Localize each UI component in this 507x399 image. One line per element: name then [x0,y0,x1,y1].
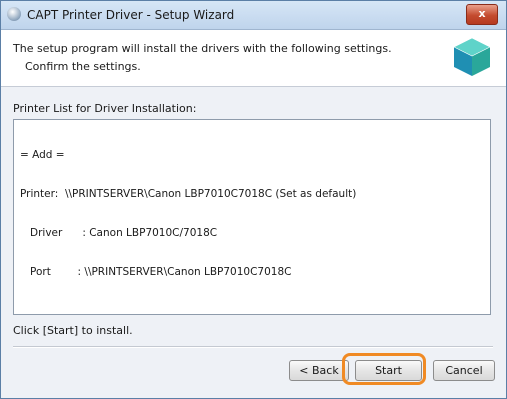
title-bar[interactable]: CAPT Printer Driver - Setup Wizard x [1,1,506,30]
back-button[interactable]: < Back [289,360,349,381]
close-icon: x [478,7,486,20]
button-separator [13,346,493,348]
list-item: Port : \\PRINTSERVER\Canon LBP7010C7018C [20,266,292,278]
printer-list-label: Printer List for Driver Installation: [13,102,197,115]
setup-wizard-window: CAPT Printer Driver - Setup Wizard x The… [0,0,507,399]
header-subdescription: Confirm the settings. [25,60,141,73]
header-description: The setup program will install the drive… [13,42,392,55]
list-item: = Add = [20,149,65,161]
start-button[interactable]: Start [355,360,422,381]
window-title: CAPT Printer Driver - Setup Wizard [27,8,235,22]
printer-app-icon [7,7,21,21]
cancel-button[interactable]: Cancel [433,360,495,381]
printer-list-box[interactable]: = Add = Printer: \\PRINTSERVER\Canon LBP… [13,119,491,315]
close-button[interactable]: x [466,4,498,25]
list-item: Driver : Canon LBP7010C/7018C [20,227,218,239]
cube-icon [453,37,491,76]
list-item: Printer: \\PRINTSERVER\Canon LBP7010C701… [20,188,357,200]
wizard-header: The setup program will install the drive… [1,30,506,87]
install-instruction: Click [Start] to install. [13,324,133,337]
